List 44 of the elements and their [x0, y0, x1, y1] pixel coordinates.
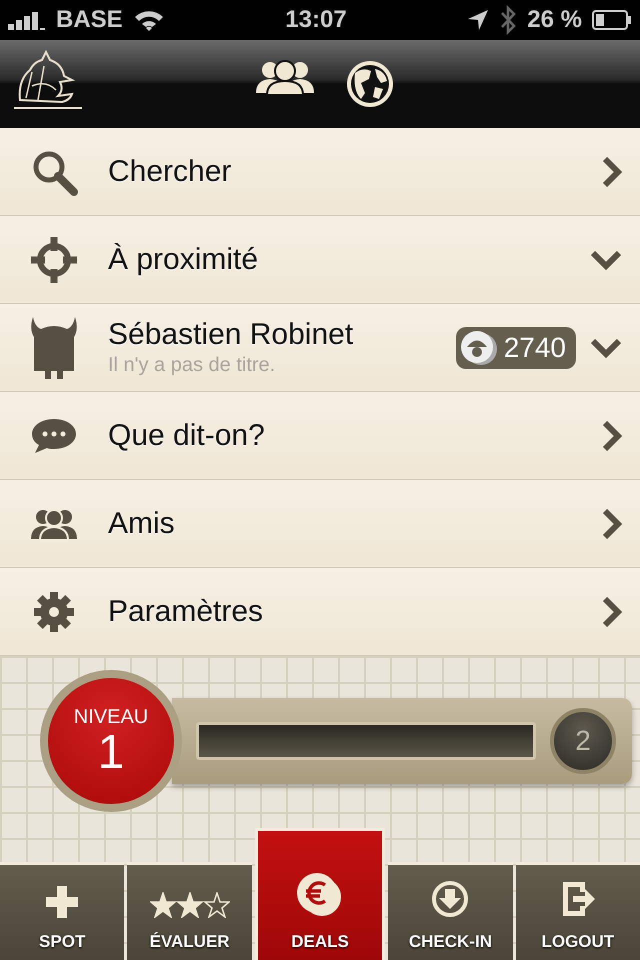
- battery-percent: 26 %: [527, 6, 582, 34]
- menu-row[interactable]: Amis: [0, 480, 640, 568]
- menu-row[interactable]: Chercher: [0, 128, 640, 216]
- tab[interactable]: LOGOUT: [516, 862, 640, 960]
- chevron-right-icon: [602, 596, 622, 628]
- globe-icon[interactable]: [345, 59, 395, 109]
- next-level-badge: 2: [550, 708, 616, 774]
- coin-icon: [460, 330, 498, 366]
- tab[interactable]: SPOT: [0, 862, 124, 960]
- crosshair-icon: [29, 234, 79, 284]
- menu-row[interactable]: À proximité: [0, 216, 640, 304]
- menu-label: Que dit-on?: [108, 418, 266, 452]
- gear-icon: [32, 590, 76, 634]
- signal-icon: [8, 10, 46, 30]
- menu-row[interactable]: Paramètres: [0, 568, 640, 656]
- menu-row[interactable]: Sébastien Robinet Il n'y a pas de titre. 2740: [0, 304, 640, 392]
- clock-time: 13:07: [285, 6, 347, 33]
- menu-label: À proximité: [108, 242, 260, 276]
- profile-subtitle: Il n'y a pas de titre.: [108, 354, 276, 377]
- menu-label: Paramètres: [108, 594, 264, 628]
- menu-row[interactable]: Que dit-on?: [0, 392, 640, 480]
- wifi-icon: [132, 9, 165, 31]
- level-caption: NIVEAU: [74, 706, 148, 728]
- download-circle-icon: [431, 880, 470, 918]
- bluetooth-icon: [499, 5, 518, 35]
- chevron-down-icon: [590, 250, 622, 270]
- tab[interactable]: DEALS: [254, 828, 386, 960]
- menu-label: Sébastien Robinet: [108, 318, 354, 352]
- chevron-right-icon: [602, 156, 622, 188]
- plus-icon: [46, 886, 78, 918]
- points-badge: 2740: [456, 326, 576, 368]
- chevron-right-icon: [602, 420, 622, 452]
- tab[interactable]: ÉVALUER: [127, 862, 252, 960]
- tab[interactable]: CHECK-IN: [388, 862, 513, 960]
- people-icon[interactable]: [255, 59, 315, 95]
- menu-label: Amis: [108, 506, 176, 540]
- chevron-right-icon: [602, 508, 622, 540]
- menu-label: Chercher: [108, 154, 232, 188]
- level-number: 1: [98, 728, 124, 776]
- location-arrow-icon: [467, 9, 490, 31]
- stars-icon: [150, 892, 230, 918]
- battery-icon: [592, 10, 632, 30]
- carrier-name: BASE: [56, 6, 123, 34]
- chevron-down-icon: [590, 338, 622, 358]
